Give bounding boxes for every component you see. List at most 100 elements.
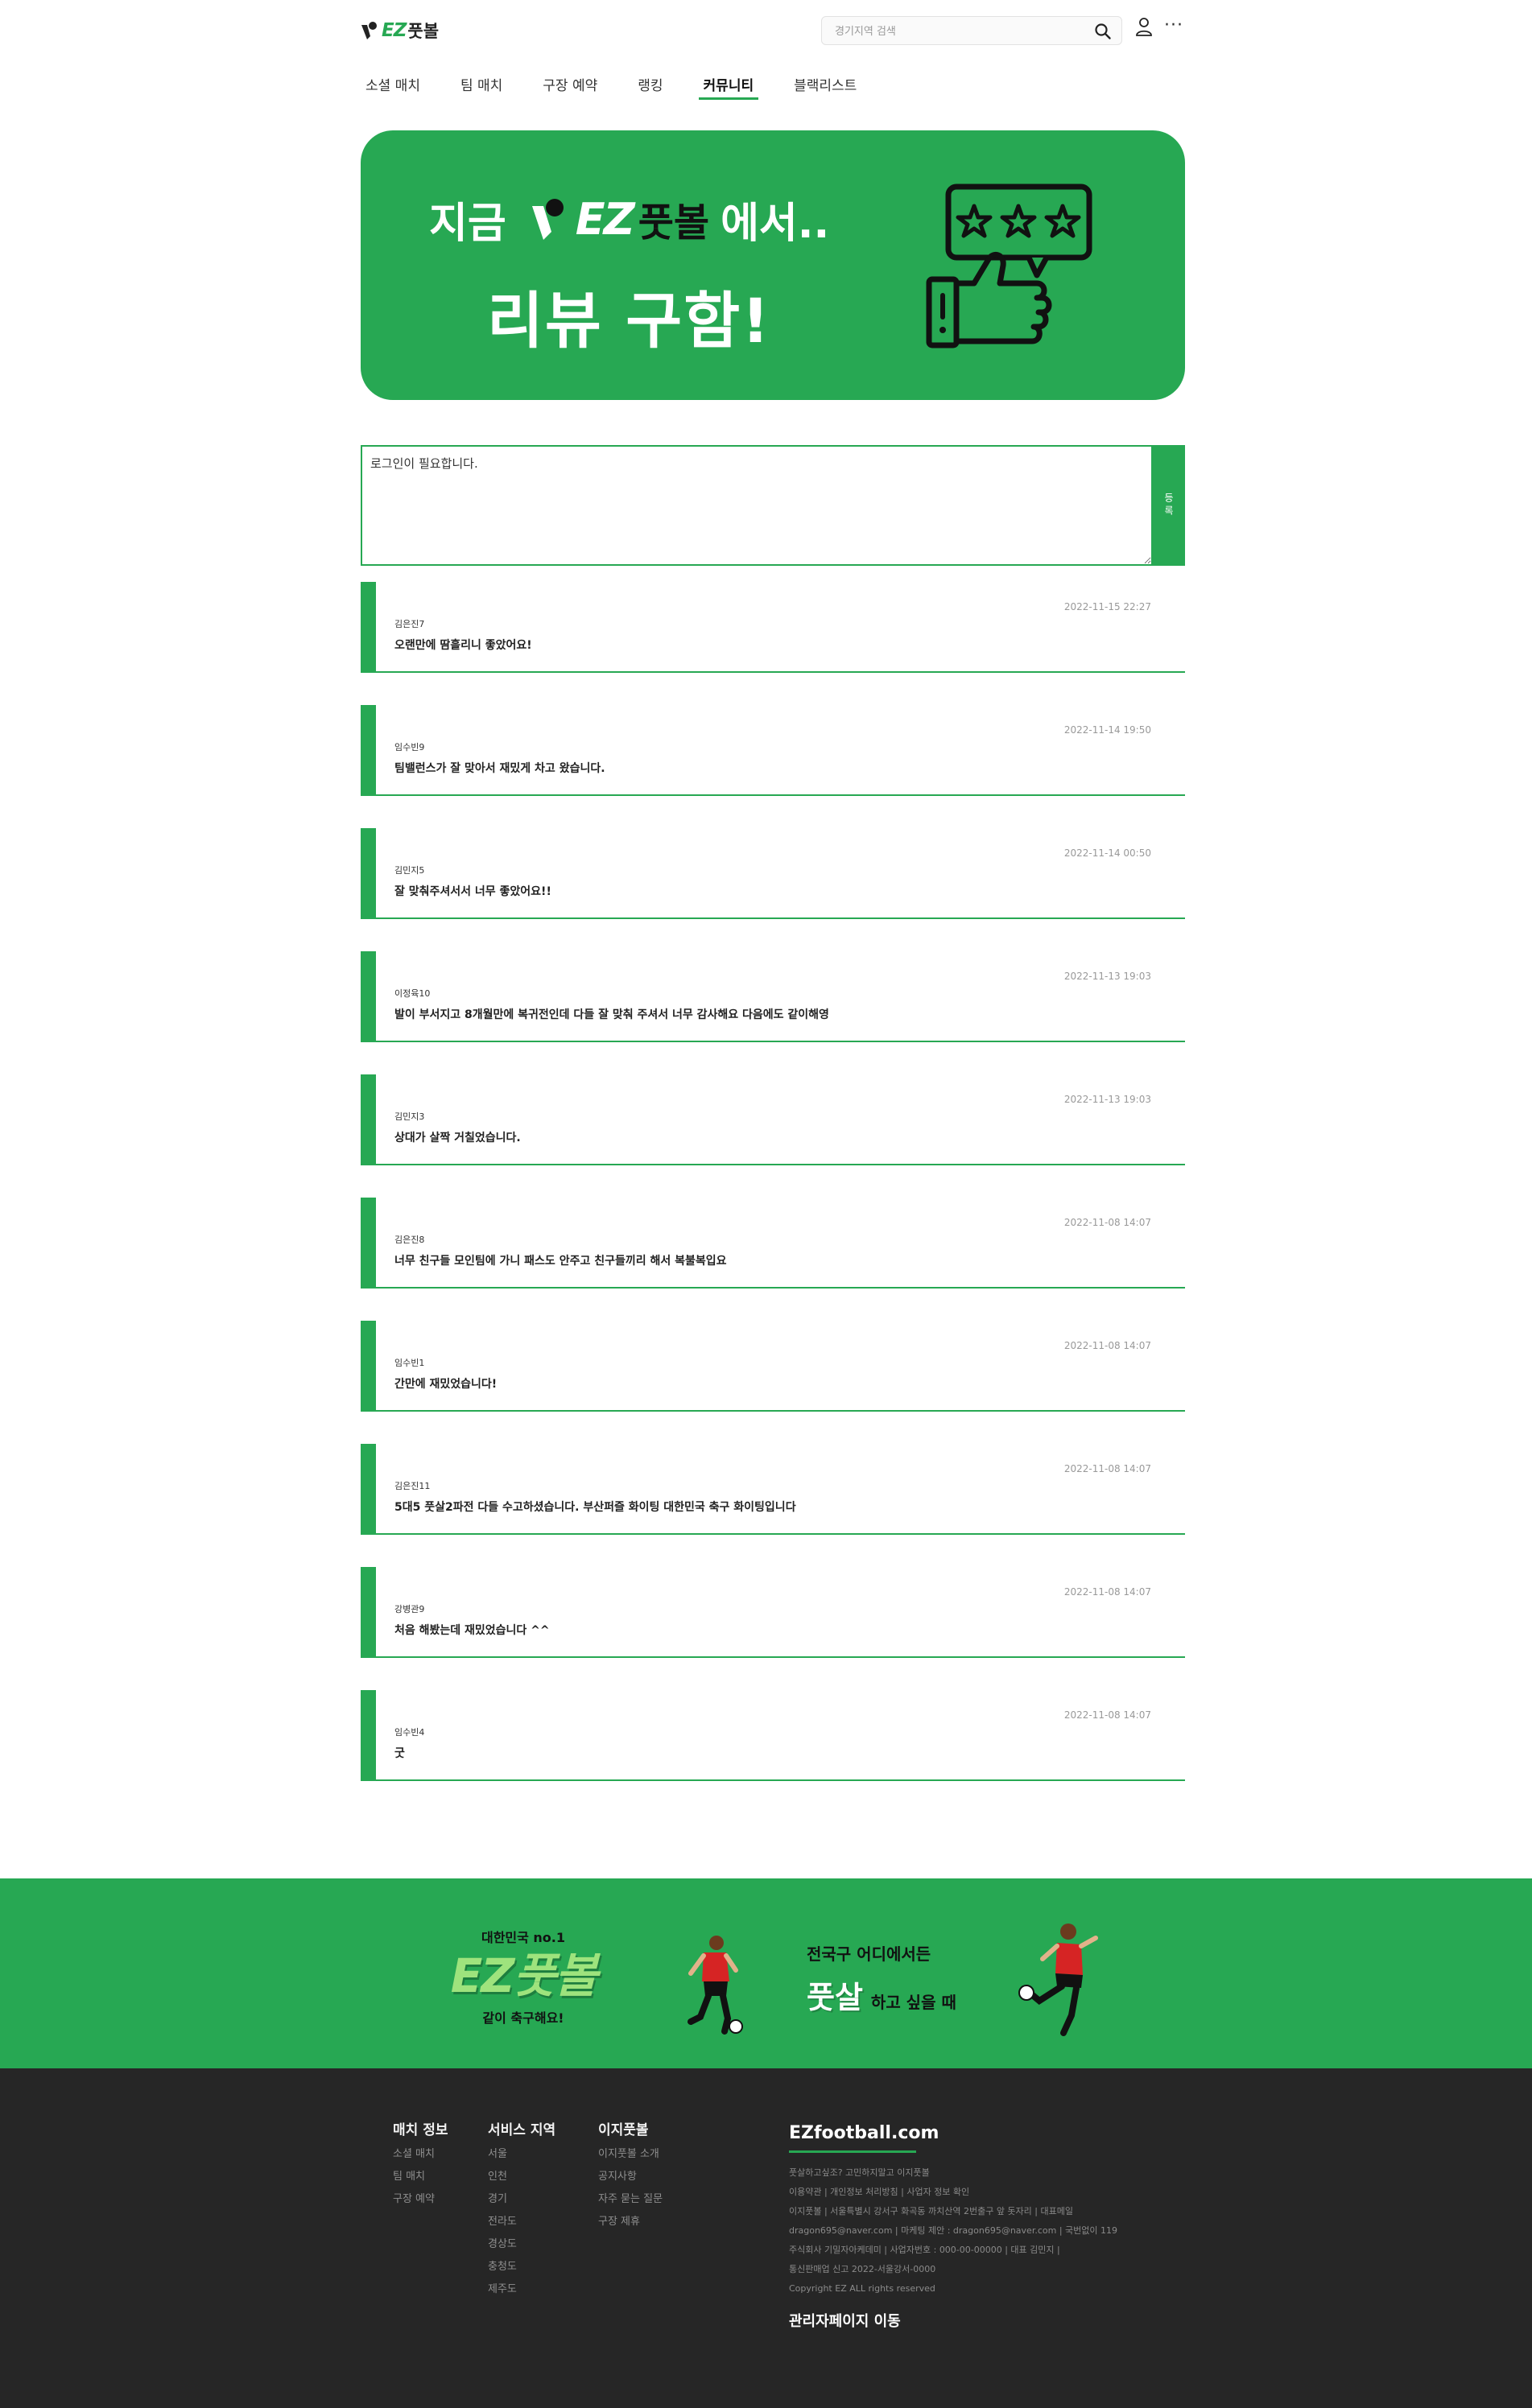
- footer-info-line: 이지풋볼 | 서울특별시 강서구 화곡동 까치산역 2번출구 앞 돗자리 | 대…: [789, 2206, 1073, 2216]
- review-text: 간만에 재밌었습니다!: [394, 1378, 498, 1391]
- footer-col-head: 이지풋볼: [598, 2122, 649, 2138]
- logo-kr-text: 풋볼: [407, 22, 440, 41]
- review-accent-bar: [361, 1074, 376, 1164]
- review-author: 김은진7: [394, 619, 425, 629]
- review-text: 상대가 살짝 거칠었습니다.: [394, 1132, 521, 1144]
- tab-ranking[interactable]: 랭킹: [633, 71, 667, 98]
- footer-col-service-area: 서비스 지역 서울 인천 경기 전라도 경상도 충청도 제주도: [488, 2118, 555, 2301]
- footer-link[interactable]: 자주 묻는 질문: [598, 2188, 663, 2211]
- review-date: 2022-11-14 19:50: [1063, 724, 1151, 736]
- footer: 매치 정보 소셜 매치 팀 매치 구장 예약 서비스 지역 서울 인천 경기 전…: [0, 2068, 1532, 2408]
- footer-info-line: 통신판매업 신고 2022-서울강서-0000: [789, 2264, 936, 2274]
- review-accent-bar: [361, 1321, 376, 1410]
- promo-right-line2: 풋살 하고 싶을 때: [807, 1973, 956, 2017]
- promo-left: 대한민국 no.1 EZ풋볼 같이 축구해요!: [435, 1927, 612, 2027]
- review-textarea[interactable]: 로그인이 필요합니다.: [361, 445, 1153, 566]
- footer-link[interactable]: 전라도: [488, 2211, 555, 2233]
- footer-col-match-info: 매치 정보 소셜 매치 팀 매치 구장 예약: [393, 2118, 448, 2211]
- review-item: 2022-11-08 14:07 임수빈1 간만에 재밌었습니다!: [361, 1321, 1185, 1412]
- review-author: 임수빈9: [394, 742, 425, 752]
- review-accent-bar: [361, 1567, 376, 1656]
- footer-link[interactable]: 경기: [488, 2188, 555, 2211]
- footer-col-head: 서비스 지역: [488, 2122, 556, 2138]
- banner-line1-post: 에서..: [721, 199, 830, 248]
- search-box: [821, 16, 1122, 46]
- review-item: 2022-11-14 00:50 김민지5 잘 맞춰주셔서서 너무 좋았어요!!: [361, 828, 1185, 919]
- more-menu-icon[interactable]: ···: [1162, 17, 1185, 35]
- thumbs-up-stars-icon: [924, 179, 1101, 356]
- review-date: 2022-11-13 19:03: [1063, 1094, 1151, 1105]
- review-accent-bar: [361, 1444, 376, 1533]
- review-author: 임수빈4: [394, 1727, 425, 1738]
- review-accent-bar: [361, 582, 376, 671]
- user-icon[interactable]: [1134, 16, 1154, 39]
- footer-company-info: 풋살하고싶조? 고민하지말고 이지풋볼 이용약관 | 개인정보 처리방침 | 사…: [789, 2163, 1167, 2299]
- footer-link[interactable]: 구장 제휴: [598, 2211, 663, 2233]
- promo-left-tag: 같이 축구해요!: [482, 2010, 564, 2026]
- review-item: 2022-11-08 14:07 강병관9 처음 해봤는데 재밌었습니다 ^^: [361, 1567, 1185, 1658]
- soccer-player-icon: [676, 1932, 749, 2036]
- review-author: 김민지5: [394, 865, 425, 876]
- review-date: 2022-11-08 14:07: [1063, 1463, 1151, 1474]
- review-accent-bar: [361, 828, 376, 917]
- footer-link[interactable]: 팀 매치: [393, 2166, 448, 2188]
- footer-link[interactable]: 공지사항: [598, 2166, 663, 2188]
- footer-link[interactable]: 서울: [488, 2143, 555, 2166]
- submit-review-button[interactable]: 등록: [1153, 445, 1185, 566]
- promo-right: 전국구 어디에서든 풋살 하고 싶을 때: [807, 1941, 956, 2017]
- review-text: 발이 부서지고 8개월만에 복귀전인데 다들 잘 맞춰 주셔서 너무 감사해요 …: [394, 1008, 829, 1021]
- review-accent-bar: [361, 1198, 376, 1287]
- footer-info-line[interactable]: 이용약관 | 개인정보 처리방침 | 사업자 정보 확인: [789, 2183, 1167, 2202]
- footer-link[interactable]: 이지풋볼 소개: [598, 2143, 663, 2166]
- footer-info-line: 주식회사 기밀자아케데미 | 사업자번호 : 000-00-00000 | 대표…: [789, 2245, 1060, 2255]
- review-item: 2022-11-08 14:07 임수빈4 굿: [361, 1690, 1185, 1781]
- review-text: 굿: [394, 1747, 405, 1760]
- tab-field-reservation[interactable]: 구장 예약: [538, 71, 602, 98]
- promo-right-line1: 전국구 어디에서든: [807, 1944, 931, 1964]
- review-author: 강병관9: [394, 1604, 425, 1614]
- footer-brand-underline: [789, 2150, 916, 2153]
- footer-col-head: 매치 정보: [393, 2122, 448, 2138]
- footer-link[interactable]: 구장 예약: [393, 2188, 448, 2211]
- tab-team-match[interactable]: 팀 매치: [456, 71, 507, 98]
- review-text: 오랜만에 땀흘리니 좋았어요!: [394, 639, 532, 652]
- review-item: 2022-11-08 14:07 김은진8 너무 친구들 모인팀에 가니 패스도…: [361, 1198, 1185, 1289]
- banner-line1-ez: EZ: [575, 193, 635, 245]
- admin-page-link[interactable]: 관리자페이지 이동: [789, 2310, 901, 2331]
- review-text: 팀밸런스가 잘 맞아서 재밌게 차고 왔습니다.: [394, 762, 605, 775]
- tab-community[interactable]: 커뮤니티: [698, 71, 759, 100]
- search-input[interactable]: [833, 17, 1078, 46]
- review-date: 2022-11-08 14:07: [1063, 1340, 1151, 1351]
- review-author: 이정육10: [394, 988, 431, 999]
- footer-col-ezfootball: 이지풋볼 이지풋볼 소개 공지사항 자주 묻는 질문 구장 제휴: [598, 2118, 663, 2233]
- tab-blacklist[interactable]: 블랙리스트: [789, 71, 861, 98]
- review-date: 2022-11-14 00:50: [1063, 847, 1151, 859]
- tab-social-match[interactable]: 소셜 매치: [361, 71, 425, 98]
- promo-right-big: 풋살: [807, 1980, 863, 2015]
- soccer-player-kicking-icon: [1018, 1920, 1107, 2041]
- promo-banner: 대한민국 no.1 EZ풋볼 같이 축구해요! 전국구 어디에서든 풋살 하고 …: [0, 1878, 1532, 2068]
- logo-mark-icon: [361, 20, 378, 41]
- review-text: 처음 해봤는데 재밌었습니다 ^^: [394, 1624, 550, 1637]
- banner-line1-pre: 지금: [429, 199, 506, 248]
- review-text: 너무 친구들 모인팀에 가니 패스도 안주고 친구들끼리 해서 복불복입요: [394, 1255, 727, 1268]
- footer-link[interactable]: 소셜 매치: [393, 2143, 448, 2166]
- review-banner: 지금 EZ 풋볼 에서.. 리뷰 구함!: [361, 130, 1185, 400]
- review-item: 2022-11-08 14:07 김은진11 5대5 풋살2파전 다들 수고하셨…: [361, 1444, 1185, 1535]
- review-author: 김은진8: [394, 1235, 425, 1245]
- review-date: 2022-11-08 14:07: [1063, 1586, 1151, 1598]
- footer-link[interactable]: 제주도: [488, 2278, 555, 2301]
- logo[interactable]: EZ 풋볼: [361, 18, 449, 43]
- footer-link[interactable]: 충청도: [488, 2256, 555, 2278]
- footer-link[interactable]: 경상도: [488, 2233, 555, 2256]
- footer-info-line: 풋살하고싶조? 고민하지말고 이지풋볼: [789, 2167, 930, 2178]
- search-icon[interactable]: [1094, 23, 1112, 40]
- review-item: 2022-11-13 19:03 이정육10 발이 부서지고 8개월만에 복귀전…: [361, 951, 1185, 1042]
- footer-link[interactable]: 인천: [488, 2166, 555, 2188]
- review-author: 김은진11: [394, 1481, 431, 1491]
- review-date: 2022-11-15 22:27: [1063, 601, 1151, 612]
- review-accent-bar: [361, 1690, 376, 1779]
- review-item: 2022-11-14 19:50 임수빈9 팀밸런스가 잘 맞아서 재밌게 차고…: [361, 705, 1185, 796]
- banner-headline: 지금 EZ 풋볼 에서..: [429, 187, 829, 251]
- review-date: 2022-11-13 19:03: [1063, 971, 1151, 982]
